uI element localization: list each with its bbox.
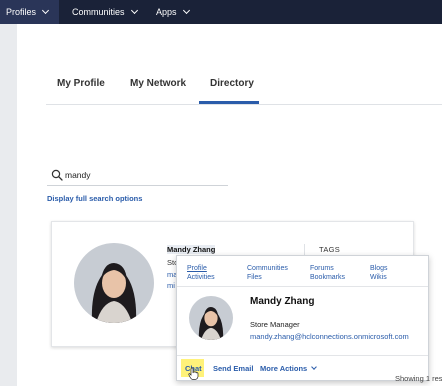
display-full-search-options-link[interactable]: Display full search options [47,194,142,203]
more-actions-label: More Actions [260,364,308,373]
result-name[interactable]: Mandy Zhang [167,245,216,254]
wikis-link[interactable]: Wikis [370,274,387,281]
popup-person-name: Mandy Zhang [250,296,315,307]
communities-link[interactable]: Communities [247,265,288,272]
nav-profiles-menu[interactable]: Profiles [0,0,59,24]
nav-communities-label: Communities [72,7,125,17]
chevron-down-icon [182,6,190,15]
popup-avatar[interactable] [189,296,233,340]
hand-cursor-icon [188,367,199,380]
results-count-text: Showing 1 res [395,374,442,383]
send-email-button[interactable]: Send Email [213,364,253,373]
popup-actions-divider [177,355,428,356]
result-avatar[interactable] [74,243,154,323]
forums-link[interactable]: Forums [310,265,334,272]
business-card-popup: Profile Communities Forums Blogs Activit… [176,255,429,381]
tab-my-network[interactable]: My Network [130,78,186,89]
active-tab-indicator [199,101,259,104]
top-navigation-bar: Profiles Communities Apps [0,0,442,24]
left-gutter [0,24,17,386]
nav-profiles-label: Profiles [6,7,37,17]
chevron-down-icon [41,6,50,15]
search-input[interactable] [65,167,225,183]
chevron-down-icon [130,6,138,15]
tags-heading: TAGS [319,245,341,254]
tab-my-profile[interactable]: My Profile [57,78,105,89]
blogs-link[interactable]: Blogs [370,265,388,272]
search-underline [47,185,228,186]
tab-directory[interactable]: Directory [210,78,254,89]
profile-link[interactable]: Profile [187,265,207,272]
popup-email-link[interactable]: mandy.zhang@hclconnections.onmicrosoft.c… [250,332,409,341]
nav-apps-label: Apps [156,7,177,17]
more-actions-button[interactable]: More Actions [260,364,318,373]
popup-job-title: Store Manager [250,320,300,329]
chevron-down-icon [311,364,318,370]
search-icon[interactable] [51,169,63,181]
activities-link[interactable]: Activities [187,274,215,281]
files-link[interactable]: Files [247,274,262,281]
tabs-divider [46,104,442,105]
nav-apps-menu[interactable]: Apps [150,0,200,24]
bookmarks-link[interactable]: Bookmarks [310,274,345,281]
popup-divider [177,286,428,287]
nav-communities-menu[interactable]: Communities [66,0,144,24]
